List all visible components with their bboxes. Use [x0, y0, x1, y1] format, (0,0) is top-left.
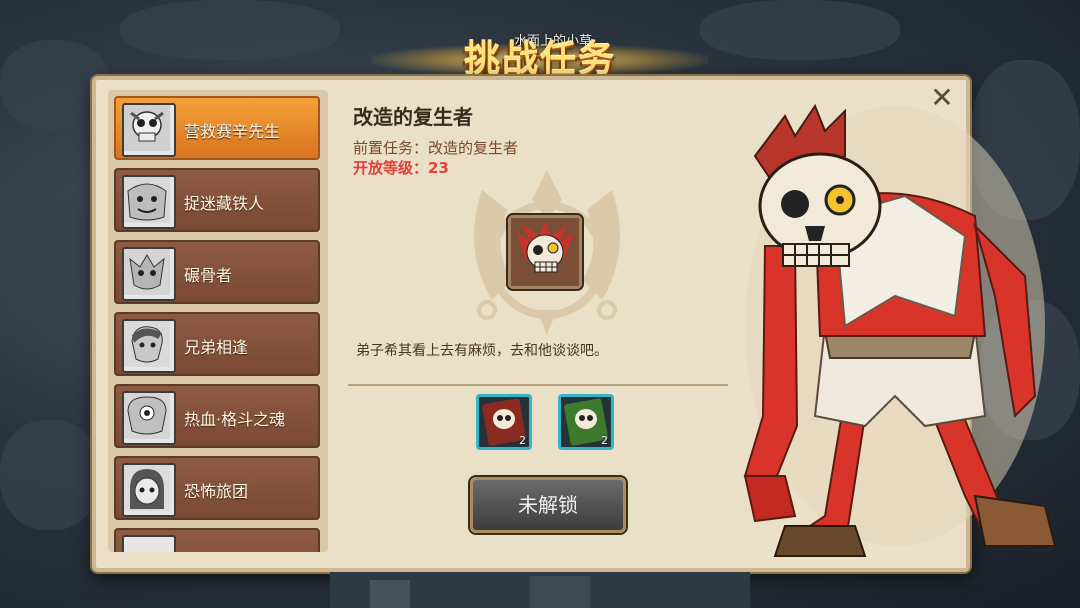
reward-count: 2 [519, 434, 526, 447]
level-label: 开放等级： [353, 159, 429, 177]
ogre-portrait-icon [122, 175, 176, 229]
background-deco [330, 572, 750, 608]
boss-zombie-artwork [743, 103, 1057, 557]
quest-list: 营救赛辛先生 捉迷藏铁人 碾骨者 兄弟相逢 热血·格斗之魂 恐怖旅团 [108, 90, 328, 552]
quest-item-3[interactable]: 碾骨者 [114, 240, 320, 304]
quest-label: 兄弟相逢 [184, 338, 249, 357]
divider [348, 384, 728, 386]
skull-portrait-icon [122, 103, 176, 157]
quest-item-2[interactable]: 捉迷藏铁人 [114, 168, 320, 232]
quest-name: 改造的复生者 [353, 105, 473, 129]
monster-portrait-icon [122, 391, 176, 445]
quest-label: 碾骨者 [184, 266, 233, 285]
quest-item-1[interactable]: 营救赛辛先生 [114, 96, 320, 160]
title-banner: 挑战任务 [352, 30, 728, 82]
quest-label: 营救赛辛先生 [184, 122, 281, 141]
quest-label: 热血·格斗之魂 [184, 410, 286, 429]
quest-item-5[interactable]: 热血·格斗之魂 [114, 384, 320, 448]
quest-item-6[interactable]: 恐怖旅团 [114, 456, 320, 520]
quest-description: 弟子希其看上去有麻烦，去和他谈谈吧。 [356, 343, 608, 359]
page-title: 挑战任务 [463, 39, 616, 80]
portrait-icon [122, 535, 176, 552]
reward-item-2[interactable]: 2 [558, 394, 614, 450]
reward-count: 2 [601, 434, 608, 447]
boss-skull-icon [508, 215, 582, 289]
prereq-label: 前置任务： [353, 139, 429, 157]
locked-button[interactable]: 未解锁 [470, 477, 626, 533]
level-value: 23 [428, 159, 449, 177]
quest-item-4[interactable]: 兄弟相逢 [114, 312, 320, 376]
prereq-value: 改造的复生者 [428, 139, 519, 157]
prereq-line: 前置任务：改造的复生者 [353, 137, 518, 158]
beast-portrait-icon [122, 247, 176, 301]
girl-portrait-icon [122, 463, 176, 517]
fighter-portrait-icon [122, 319, 176, 373]
quest-label: 捉迷藏铁人 [184, 194, 265, 213]
quest-label: 恐怖旅团 [184, 482, 249, 501]
quest-item-7-partial[interactable] [114, 528, 320, 552]
reward-item-1[interactable]: 2 [476, 394, 532, 450]
level-line: 开放等级：23 [353, 157, 449, 178]
